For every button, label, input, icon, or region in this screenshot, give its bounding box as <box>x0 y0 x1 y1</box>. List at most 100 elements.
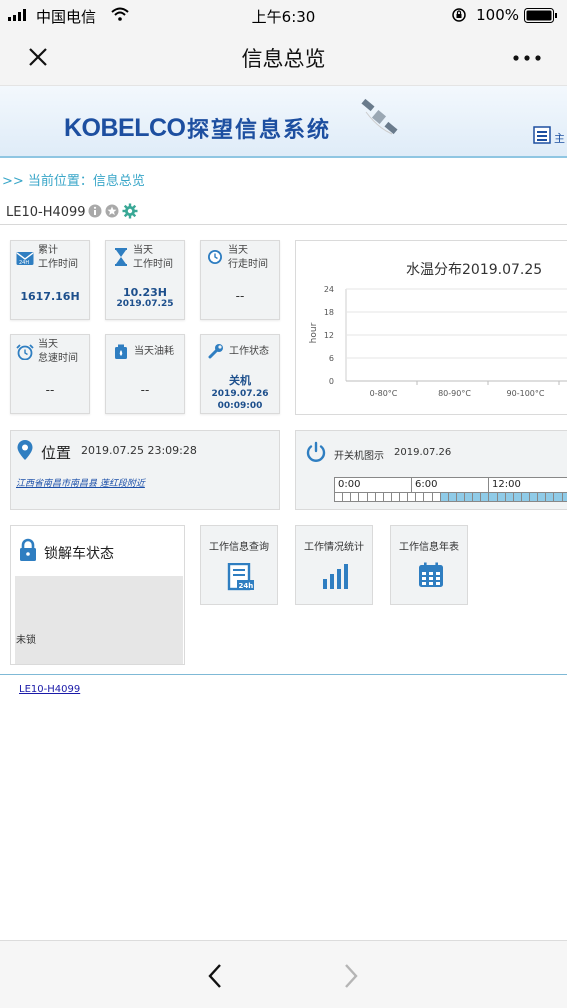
tile-label-line2: 行走时间 <box>228 259 268 270</box>
tile-label-line2: 怠速时间 <box>38 353 78 364</box>
work-info-yearly-button[interactable]: 工作信息年表 <box>390 525 468 605</box>
power-date: 2019.07.26 <box>394 447 452 458</box>
location-title: 位置 <box>41 444 72 462</box>
timeline-cell <box>488 493 497 501</box>
today-travel-time-tile[interactable]: 当天 行走时间 -- <box>200 240 280 320</box>
star-icon[interactable] <box>105 204 119 218</box>
timeline-cell <box>382 493 391 501</box>
lock-status-text: 未锁 <box>16 635 36 646</box>
timeline-label: 6:00 <box>411 477 489 493</box>
timeline-cell <box>529 493 538 501</box>
timeline-cell <box>520 493 529 501</box>
y-tick-label: 6 <box>329 354 334 363</box>
tile-label-line1: 当天 <box>133 245 153 256</box>
timeline-cell <box>464 493 473 501</box>
timeline-cell <box>415 493 424 501</box>
home-icon[interactable] <box>533 126 551 144</box>
page-title: 信息总览 <box>241 47 326 71</box>
chart-plot: 0 6 12 18 24 0-80°C 80-90°C 90-100°C hour <box>309 285 567 398</box>
back-icon[interactable] <box>207 963 223 989</box>
today-fuel-tile[interactable]: 当天油耗 -- <box>105 334 185 414</box>
timeline-label: 12:00 <box>488 477 567 493</box>
lock-icon <box>20 538 36 561</box>
power-timeline: 0:00 6:00 12:00 <box>334 477 567 503</box>
envelope-clock-icon: 24H <box>16 252 34 266</box>
tile-value: 10.23H <box>123 286 167 299</box>
timeline-cell <box>496 493 505 501</box>
home-label[interactable]: 主 <box>554 130 565 146</box>
power-title: 开关机图示 <box>334 451 384 462</box>
breadcrumb: >> 当前位置：信息总览 <box>2 174 145 189</box>
today-work-time-tile[interactable]: 当天 工作时间 10.23H 2019.07.25 <box>105 240 185 320</box>
timeline-cell <box>431 493 440 501</box>
timeline-cell <box>553 493 562 501</box>
y-tick-label: 12 <box>324 331 334 340</box>
timeline-cell <box>504 493 513 501</box>
svg-text:24H: 24H <box>19 260 29 266</box>
x-tick-label: 90-100°C <box>507 389 545 398</box>
divider <box>0 674 567 675</box>
timeline-cell <box>561 493 567 501</box>
banner: KOBELCO 探望信息系统 主 <box>0 86 567 158</box>
y-tick-label: 24 <box>324 285 334 294</box>
more-icon[interactable] <box>513 55 543 61</box>
system-name: 探望信息系统 <box>187 118 332 143</box>
tile-value: 关机 <box>229 374 251 387</box>
work-status-tile[interactable]: 工作状态 关机 2019.07.26 00:09:00 <box>200 334 280 414</box>
location-address-link[interactable]: 江西省南昌市南昌县 莲红段附近 <box>16 476 145 489</box>
timeline-label: 0:00 <box>334 477 412 493</box>
timeline-cells <box>334 493 567 502</box>
timeline-cell <box>390 493 399 501</box>
timeline-cell <box>512 493 521 501</box>
machine-bar: LE10-H4099 <box>0 197 567 225</box>
location-datetime: 2019.07.25 23:09:28 <box>81 444 197 457</box>
forward-icon[interactable] <box>343 963 359 989</box>
bar-chart-icon <box>323 564 348 589</box>
nav-bar: 信息总览 <box>0 30 567 86</box>
function-label: 工作情况统计 <box>304 542 364 553</box>
svg-text:24h: 24h <box>239 582 254 590</box>
timeline-cell <box>407 493 416 501</box>
power-onoff-panel[interactable]: 开关机图示 2019.07.26 0:00 6:00 12:00 <box>295 430 567 510</box>
timeline-cell <box>342 493 351 501</box>
water-temp-chart: 水温分布2019.07.25 0 6 12 18 24 0-80°C 80-90°C 90-1… <box>295 240 567 415</box>
tile-label: 当天油耗 <box>134 346 174 357</box>
machine-link[interactable]: LE10-H4099 <box>19 684 80 695</box>
tile-label-line1: 累计 <box>38 245 58 256</box>
tile-label: 工作状态 <box>229 346 269 357</box>
wrench-icon <box>208 344 223 359</box>
timeline-cell <box>447 493 456 501</box>
timeline-cell <box>545 493 554 501</box>
timeline-cell <box>334 493 343 501</box>
battery-percent: 100% <box>476 6 519 24</box>
lock-status-area <box>15 576 183 664</box>
y-axis-label: hour <box>309 322 319 343</box>
tile-value: 1617.16H <box>20 290 80 303</box>
timeline-cell <box>358 493 367 501</box>
work-info-query-button[interactable]: 工作信息查询 24h <box>200 525 278 605</box>
clock-icon <box>208 250 222 264</box>
calendar-icon <box>419 562 443 587</box>
rotation-lock-icon <box>452 8 466 22</box>
lock-status-panel: 锁解车状态 未锁 <box>10 525 185 665</box>
info-icon[interactable] <box>88 204 102 218</box>
tile-date: 2019.07.25 <box>116 299 174 309</box>
hourglass-icon <box>115 248 127 266</box>
satellite-icon <box>361 98 398 135</box>
alarm-clock-icon <box>16 344 34 360</box>
work-stats-button[interactable]: 工作情况统计 <box>295 525 373 605</box>
y-tick-label: 0 <box>329 377 334 386</box>
lock-title: 锁解车状态 <box>44 546 114 562</box>
tile-value: -- <box>45 383 55 397</box>
tile-label-line1: 当天 <box>228 245 248 256</box>
location-pin-icon <box>17 440 33 460</box>
tile-label-line2: 工作时间 <box>38 259 78 270</box>
today-idle-time-tile[interactable]: 当天 怠速时间 -- <box>10 334 90 414</box>
gear-icon[interactable] <box>122 203 138 219</box>
tile-value: -- <box>235 289 245 303</box>
tile-time: 00:09:00 <box>217 401 263 411</box>
location-panel[interactable]: 位置 2019.07.25 23:09:28 江西省南昌市南昌县 莲红段附近 <box>10 430 280 510</box>
timeline-cell <box>439 493 448 501</box>
total-work-time-tile[interactable]: 24H 累计 工作时间 1617.16H <box>10 240 90 320</box>
document-24h-icon: 24h <box>227 563 254 591</box>
